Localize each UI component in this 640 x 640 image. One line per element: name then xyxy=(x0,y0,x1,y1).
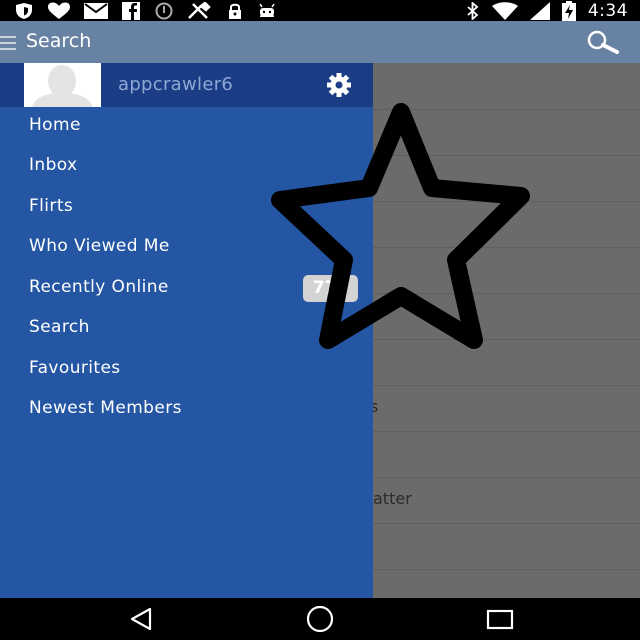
signal-icon xyxy=(529,1,550,20)
status-bar: 4:34 xyxy=(0,0,640,21)
status-time: 4:34 xyxy=(587,0,628,21)
recents-icon[interactable] xyxy=(486,606,514,636)
list-divider xyxy=(373,523,640,524)
drawer-item-label: Home xyxy=(29,115,81,135)
app-bar: Search xyxy=(0,21,640,63)
drawer-item-label: Inbox xyxy=(29,155,78,175)
list-divider xyxy=(373,385,640,386)
lock-icon xyxy=(226,2,244,20)
drawer-item-favourites[interactable]: Favourites xyxy=(0,350,373,390)
username[interactable]: appcrawler6 xyxy=(118,74,233,95)
app-bar-title: Search xyxy=(26,30,92,52)
search-icon[interactable] xyxy=(584,29,620,59)
menu-icon[interactable] xyxy=(0,35,16,54)
status-system-icons: 4:34 xyxy=(466,0,628,21)
home-icon[interactable] xyxy=(305,605,335,636)
heart-icon xyxy=(47,2,71,20)
back-icon[interactable] xyxy=(128,606,154,636)
system-nav-bar xyxy=(0,598,640,640)
wifi-icon xyxy=(491,1,518,20)
drawer-item-label: Newest Members xyxy=(29,398,182,418)
shield-icon xyxy=(14,2,34,20)
drawer-item-newest-members[interactable]: Newest Members xyxy=(0,390,373,430)
status-notification-icons xyxy=(14,2,277,20)
mail-icon xyxy=(84,3,108,19)
star-outline-icon[interactable] xyxy=(270,100,530,356)
data-saver-icon xyxy=(154,2,174,20)
bluetooth-icon xyxy=(466,1,480,20)
list-divider xyxy=(373,431,640,432)
facebook-icon xyxy=(121,2,141,20)
drawer-item-label: Favourites xyxy=(29,358,121,378)
battery-charging-icon xyxy=(561,0,576,21)
avatar[interactable] xyxy=(24,63,101,107)
drawer-item-label: Recently Online xyxy=(29,277,169,297)
list-divider xyxy=(373,477,640,478)
gear-icon[interactable] xyxy=(323,72,355,102)
crossed-tools-icon xyxy=(187,2,213,20)
android-icon xyxy=(257,2,277,20)
drawer-item-label: Search xyxy=(29,317,90,337)
background-text-fragment: atter xyxy=(373,489,412,508)
drawer-item-label: Flirts xyxy=(29,196,74,216)
drawer-item-label: Who Viewed Me xyxy=(29,236,170,256)
list-divider xyxy=(373,569,640,570)
